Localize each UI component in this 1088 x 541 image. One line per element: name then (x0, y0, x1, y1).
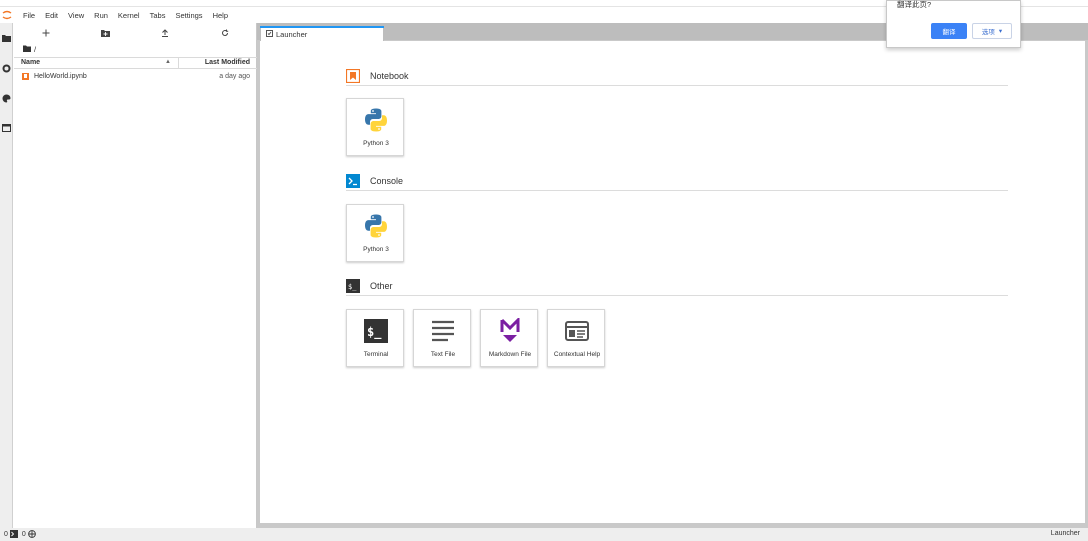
kernel-icon (27, 529, 36, 540)
kernels-count: 0 (21, 531, 26, 538)
refresh-button[interactable] (218, 26, 232, 40)
markdown-file-card[interactable]: Markdown File (480, 309, 538, 367)
card-label: Markdown File (488, 351, 532, 358)
section-header: Notebook (345, 68, 1008, 86)
terminal-section-icon: $_ (346, 279, 360, 293)
status-bar: 0 0 Launcher (0, 528, 1088, 541)
notebook-python3-card[interactable]: Python 3 (346, 98, 404, 156)
text-file-icon (428, 316, 457, 345)
breadcrumb: / (23, 44, 36, 54)
card-label: Contextual Help (553, 351, 601, 358)
breadcrumb-path[interactable]: / (34, 45, 36, 54)
python-icon (361, 105, 390, 134)
card-label: Python 3 (363, 140, 389, 147)
console-python3-card[interactable]: Python 3 (346, 204, 404, 262)
activity-bar (0, 23, 13, 528)
status-kernels[interactable]: 0 (21, 529, 36, 540)
python-icon (361, 211, 390, 240)
translate-popup: 翻译此页? 翻译 选项 ▾ (886, 0, 1021, 48)
terminals-count: 0 (4, 531, 8, 538)
column-name[interactable]: Name (21, 59, 40, 66)
section-title: Console (370, 176, 404, 186)
terminal-card[interactable]: $_ Terminal (346, 309, 404, 367)
menu-tabs[interactable]: Tabs (146, 11, 172, 20)
card-label: Python 3 (363, 246, 389, 253)
status-mode: Launcher (1050, 530, 1080, 537)
section-header: $_ Other (346, 279, 1008, 296)
section-title: Notebook (370, 71, 409, 81)
tab-label: Launcher (276, 29, 308, 39)
card-label: Terminal (363, 351, 389, 358)
contextual-help-icon (562, 316, 591, 345)
chevron-down-icon: ▾ (998, 28, 1003, 35)
tab-accent (260, 26, 384, 28)
status-terminals[interactable]: 0 (4, 529, 18, 540)
palette-icon[interactable] (1, 93, 11, 103)
svg-text:$_: $_ (348, 283, 357, 291)
main-area: Launcher Notebook Python 3 Console Pytho… (257, 23, 1088, 528)
svg-text:$_: $_ (367, 325, 382, 340)
new-folder-button[interactable] (98, 26, 112, 40)
card-label: Text File (430, 351, 456, 358)
column-last-modified[interactable]: Last Modified (205, 59, 250, 66)
new-launcher-button[interactable] (39, 26, 53, 40)
menu-help[interactable]: Help (209, 11, 234, 20)
menu-view[interactable]: View (64, 11, 90, 20)
section-other: $_ Other $_ Terminal Text File Markdown … (346, 279, 1008, 379)
folder-icon[interactable] (1, 33, 11, 43)
file-list-header: Name ▲ Last Modified (14, 57, 257, 69)
options-button[interactable]: 选项 ▾ (972, 23, 1012, 39)
file-browser-toolbar (14, 26, 257, 40)
file-name: HelloWorld.ipynb (34, 73, 87, 80)
menu-run[interactable]: Run (90, 11, 114, 20)
running-icon[interactable] (1, 63, 11, 73)
menu-kernel[interactable]: Kernel (114, 11, 146, 20)
file-row[interactable]: HelloWorld.ipynb a day ago (14, 71, 257, 83)
console-icon (346, 174, 360, 188)
options-label: 选项 (981, 29, 995, 36)
section-console: Console Python 3 (346, 174, 1008, 264)
sort-caret-icon[interactable]: ▲ (165, 59, 171, 65)
section-header: Console (346, 174, 1008, 191)
file-browser: / Name ▲ Last Modified HelloWorld.ipynb … (14, 23, 257, 528)
menu-settings[interactable]: Settings (171, 11, 208, 20)
upload-button[interactable] (158, 26, 172, 40)
jupyter-logo-icon (1, 9, 13, 21)
section-notebook: Notebook Python 3 (345, 68, 1008, 159)
column-divider (178, 58, 179, 69)
terminal-icon: $_ (361, 316, 390, 345)
file-modified: a day ago (219, 73, 250, 80)
launcher-panel: Notebook Python 3 Console Python 3 $_ Ot… (260, 41, 1085, 523)
launcher-tab-icon (266, 29, 273, 39)
menu-edit[interactable]: Edit (41, 11, 64, 20)
home-folder-icon[interactable] (23, 45, 31, 54)
markdown-icon (495, 316, 524, 345)
terminal-icon (9, 529, 18, 540)
translate-button[interactable]: 翻译 (931, 23, 967, 39)
tabs-icon[interactable] (1, 123, 11, 133)
tab-launcher[interactable]: Launcher (260, 26, 384, 41)
contextual-help-card[interactable]: Contextual Help (547, 309, 605, 367)
notebook-icon (345, 68, 361, 84)
translate-prompt: 翻译此页? (897, 0, 932, 9)
menu-file[interactable]: File (19, 11, 41, 20)
text-file-card[interactable]: Text File (413, 309, 471, 367)
section-title: Other (370, 281, 393, 291)
notebook-file-icon (22, 73, 29, 80)
